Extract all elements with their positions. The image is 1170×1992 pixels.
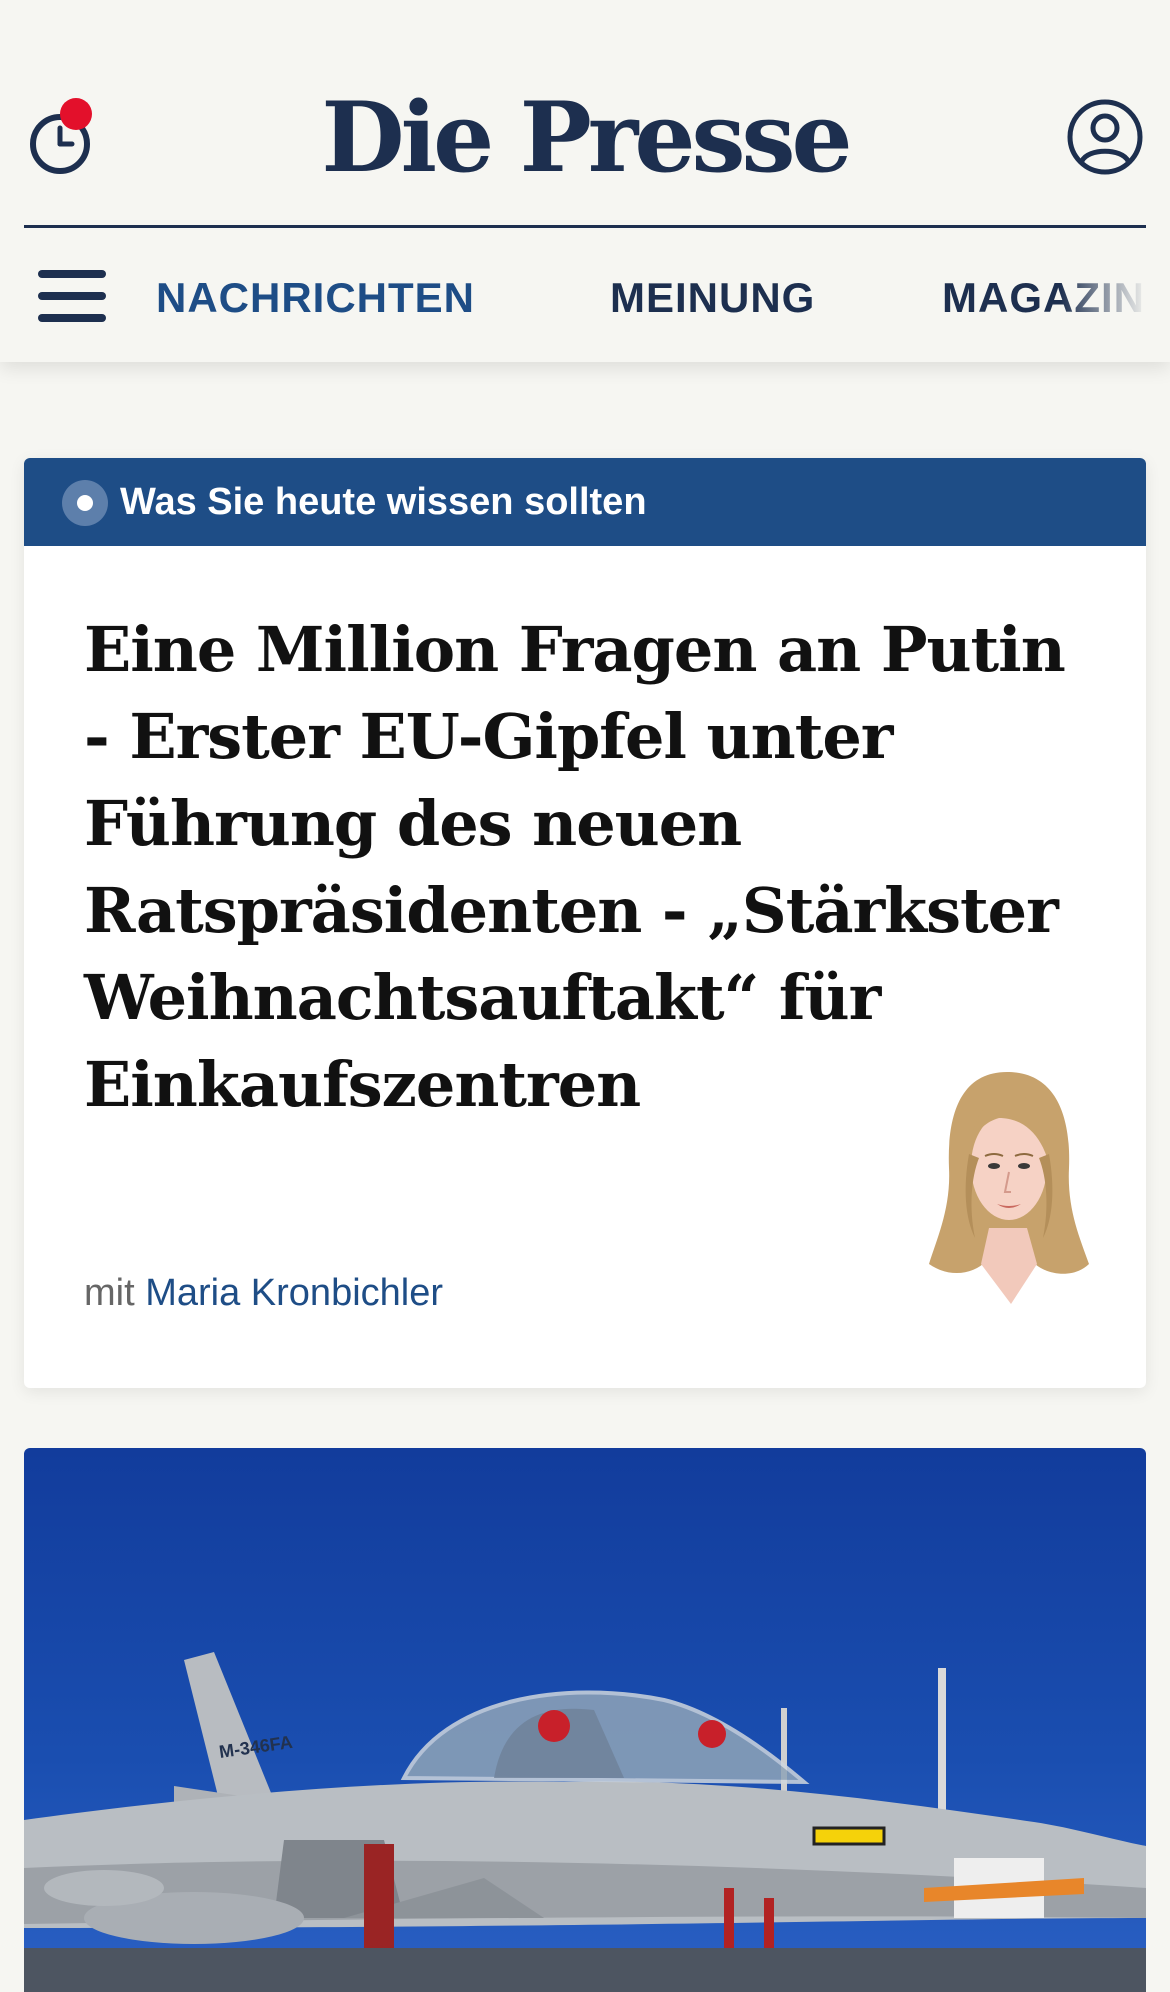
user-account-icon: [1067, 99, 1143, 175]
author-avatar: [929, 1072, 1089, 1304]
header-divider: [24, 225, 1146, 228]
fighter-jet-photo: M-346FA: [24, 1652, 1146, 1992]
section-nav: NACHRICHTEN MEINUNG MAGAZIN: [0, 270, 1170, 326]
briefing-banner: Was Sie heute wissen sollten: [24, 458, 1146, 546]
nav-item-meinung[interactable]: MEINUNG: [610, 270, 815, 326]
site-logo[interactable]: Die Presse: [0, 88, 1170, 188]
byline: mit Maria Kronbichler: [84, 1268, 443, 1318]
nav-item-nachrichten[interactable]: NACHRICHTEN: [156, 270, 475, 326]
briefing-card[interactable]: Was Sie heute wissen sollten Eine Millio…: [24, 458, 1146, 1388]
briefing-headline[interactable]: Eine Million Fragen an Putin - Erster EU…: [84, 606, 1084, 1128]
briefing-banner-label: Was Sie heute wissen sollten: [120, 481, 647, 523]
live-indicator-icon: [62, 480, 108, 526]
byline-prefix: mit: [84, 1272, 135, 1314]
site-header: Die Presse NACHRICHTEN MEINUNG MAGAZIN: [0, 0, 1170, 362]
hero-image[interactable]: M-346FA: [24, 1448, 1146, 1992]
nav-scroll-fade: [1060, 250, 1170, 350]
user-account-button[interactable]: [1066, 98, 1144, 176]
author-name[interactable]: Maria Kronbichler: [145, 1272, 443, 1314]
